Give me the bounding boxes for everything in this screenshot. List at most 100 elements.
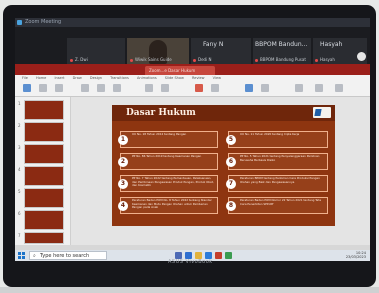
muted-icon — [315, 58, 318, 62]
laptop-deck — [0, 287, 379, 293]
menu-animations[interactable]: Animations — [137, 76, 157, 80]
chrome-icon[interactable] — [225, 252, 232, 259]
item-text: UU No. 18 Tahun 2012 tentang Pangan — [132, 133, 187, 136]
slide-title: Dasar Hukum — [126, 108, 196, 118]
menu-file[interactable]: File — [22, 76, 28, 80]
menu-home[interactable]: Home — [36, 76, 46, 80]
shapes-icon[interactable] — [195, 84, 203, 92]
search-placeholder: Type here to search — [40, 253, 90, 259]
search-icon: ⌕ — [33, 253, 36, 259]
ribbon: File Home Insert Draw Design Transitions… — [15, 75, 370, 97]
app-tab-bar: Zoom...e Dasar Hukum — [15, 64, 370, 75]
edge-icon[interactable] — [185, 252, 192, 259]
menu-transitions[interactable]: Transitions — [110, 76, 129, 80]
file-explorer-icon[interactable] — [195, 252, 202, 259]
thumb-number: 7 — [18, 233, 21, 238]
legal-basis-item: 6 PP No. 5 Tahun 2021 tentang Penyelengg… — [226, 153, 328, 170]
dictate-icon[interactable] — [295, 84, 303, 92]
item-number: 5 — [226, 135, 236, 145]
layout-icon[interactable] — [55, 84, 63, 92]
item-text: PP No. 86 Tahun 2019 tentang Keamanan Pa… — [132, 155, 202, 158]
slide-thumbnail[interactable] — [24, 232, 64, 244]
legal-basis-item: 2 PP No. 86 Tahun 2019 tentang Keamanan … — [118, 153, 218, 170]
new-slide-icon[interactable] — [39, 84, 47, 92]
align-icon[interactable] — [145, 84, 153, 92]
bpom-logo — [313, 107, 331, 118]
item-number: 6 — [226, 157, 236, 167]
slide-thumbnails: 1 2 3 4 5 6 7 — [15, 97, 71, 245]
bullets-icon[interactable] — [161, 84, 169, 92]
thumb-number: 2 — [18, 123, 21, 128]
addins-icon[interactable] — [335, 84, 343, 92]
item-text: PP No. 7 Tahun 2022 tentang Pemantauan, … — [132, 177, 214, 188]
item-text: Peraturan Badan POM Nomor 22 Tahun 2021 … — [240, 199, 322, 206]
zoom-taskbar-icon[interactable] — [205, 252, 212, 259]
item-text: Peraturan BPOM tentang Pedoman Cara Prod… — [240, 177, 320, 184]
menu-insert[interactable]: Insert — [54, 76, 64, 80]
taskbar-search[interactable]: ⌕ Type here to search — [29, 251, 107, 260]
laptop-brand: ASUS VivoBook — [168, 259, 213, 265]
zoom-app-icon — [17, 20, 22, 25]
participant-label: Z. Dwi — [70, 57, 88, 62]
legal-basis-item: 3 PP No. 7 Tahun 2022 tentang Pemantauan… — [118, 175, 218, 192]
photo-scene: Zoom Meeting Fany N BBPOM Bandun... Hasy… — [0, 0, 379, 293]
thumb-number: 6 — [18, 211, 21, 216]
participant-label: Hasyah — [315, 57, 335, 62]
clock-date: 23/03/2023 — [345, 255, 366, 259]
slide-thumbnail[interactable] — [24, 166, 64, 186]
slide-thumbnail[interactable] — [24, 210, 64, 230]
participant-name: BBPOM Bandun... — [255, 41, 308, 48]
menu-design[interactable]: Design — [90, 76, 102, 80]
tray-clock[interactable]: 10:24 23/03/2023 — [346, 251, 366, 259]
paste-icon[interactable] — [23, 84, 31, 92]
menu-view[interactable]: View — [213, 76, 221, 80]
legal-basis-item: 4 Peraturan Badan POM No. 8 Tahun 2022 t… — [118, 197, 218, 214]
find-icon[interactable] — [245, 84, 253, 92]
item-text: PP No. 5 Tahun 2021 tentang Penyelenggar… — [240, 155, 320, 162]
item-text: Peraturan Badan POM No. 8 Tahun 2022 ten… — [132, 199, 212, 210]
arrange-icon[interactable] — [211, 84, 219, 92]
powerpoint-taskbar-icon[interactable] — [215, 252, 222, 259]
windows-start-icon[interactable] — [18, 252, 25, 259]
slide-thumbnail[interactable] — [24, 122, 64, 142]
slide-thumbnail[interactable] — [24, 188, 64, 208]
menu-review[interactable]: Review — [192, 76, 205, 80]
thumb-number: 1 — [18, 101, 21, 106]
slide-thumbnail[interactable] — [24, 100, 64, 120]
meeting-window-title: Zoom Meeting — [25, 19, 62, 25]
item-number: 4 — [118, 201, 128, 211]
current-slide: Dasar Hukum 1 UU No. 18 Tahun 2012 tenta… — [112, 105, 335, 226]
thumb-number: 3 — [18, 145, 21, 150]
bold-icon[interactable] — [97, 84, 105, 92]
logo-mark — [314, 109, 322, 116]
legal-basis-item: 5 UU No. 11 Tahun 2020 tentang Cipta Ker… — [226, 131, 328, 148]
participant-name: Hasyah — [320, 41, 343, 48]
item-number: 3 — [118, 179, 128, 189]
designer-icon[interactable] — [315, 84, 323, 92]
thumb-number: 5 — [18, 189, 21, 194]
participant-strip: Fany N BBPOM Bandun... Hasyah Z. Dwi Wiw… — [15, 27, 370, 64]
meeting-title-bar: Zoom Meeting — [15, 18, 370, 27]
italic-icon[interactable] — [113, 84, 121, 92]
menu-slide-show[interactable]: Slide Show — [165, 76, 184, 80]
participant-label: BBPOM Bandung Pusat — [255, 57, 306, 62]
item-text: UU No. 11 Tahun 2020 tentang Cipta Kerja — [240, 133, 300, 136]
font-icon[interactable] — [81, 84, 89, 92]
thumb-number: 4 — [18, 167, 21, 172]
muted-icon — [70, 58, 73, 62]
participant-label: Dedi N — [193, 57, 211, 62]
slide-thumbnail[interactable] — [24, 144, 64, 164]
document-tab[interactable]: Zoom...e Dasar Hukum — [145, 66, 215, 75]
item-number: 2 — [118, 157, 128, 167]
task-view-icon[interactable] — [175, 252, 182, 259]
item-number: 7 — [226, 179, 236, 189]
participant-label: Wiwik Sains Guide — [130, 57, 172, 62]
replace-icon[interactable] — [261, 84, 269, 92]
chat-button[interactable] — [357, 52, 366, 61]
participant-name: Fany N — [203, 41, 224, 48]
muted-icon — [255, 58, 258, 62]
muted-icon — [193, 58, 196, 62]
muted-icon — [130, 58, 133, 62]
legal-basis-item: 8 Peraturan Badan POM Nomor 22 Tahun 202… — [226, 197, 328, 214]
menu-draw[interactable]: Draw — [73, 76, 82, 80]
